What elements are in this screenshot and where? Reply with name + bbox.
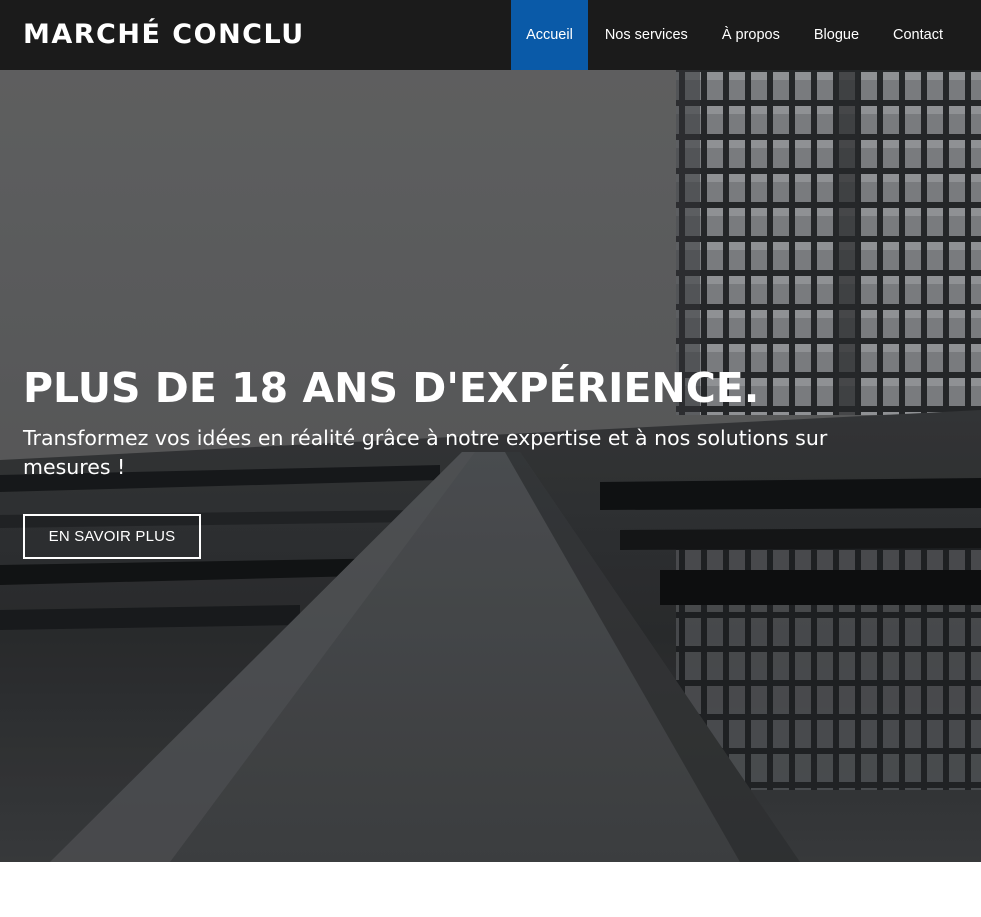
main-nav: Accueil Nos services À propos Blogue Con…: [511, 0, 960, 70]
page-content-start: [0, 862, 981, 917]
learn-more-button[interactable]: EN SAVOIR PLUS: [23, 514, 201, 559]
brand-logo[interactable]: MARCHÉ CONCLU: [23, 17, 305, 53]
nav-item-blogue[interactable]: Blogue: [797, 0, 876, 70]
site-header: MARCHÉ CONCLU Accueil Nos services À pro…: [0, 0, 981, 70]
hero-subtitle: Transformez vos idées en réalité grâce à…: [23, 426, 828, 479]
nav-item-a-propos[interactable]: À propos: [705, 0, 797, 70]
nav-item-nos-services[interactable]: Nos services: [588, 0, 705, 70]
hero-section: PLUS DE 18 ANS D'EXPÉRIENCE. Transformez…: [0, 70, 981, 862]
nav-item-contact[interactable]: Contact: [876, 0, 960, 70]
hero-title: PLUS DE 18 ANS D'EXPÉRIENCE.: [23, 364, 760, 412]
hero-content: PLUS DE 18 ANS D'EXPÉRIENCE. Transformez…: [23, 360, 923, 559]
nav-item-accueil[interactable]: Accueil: [511, 0, 588, 70]
